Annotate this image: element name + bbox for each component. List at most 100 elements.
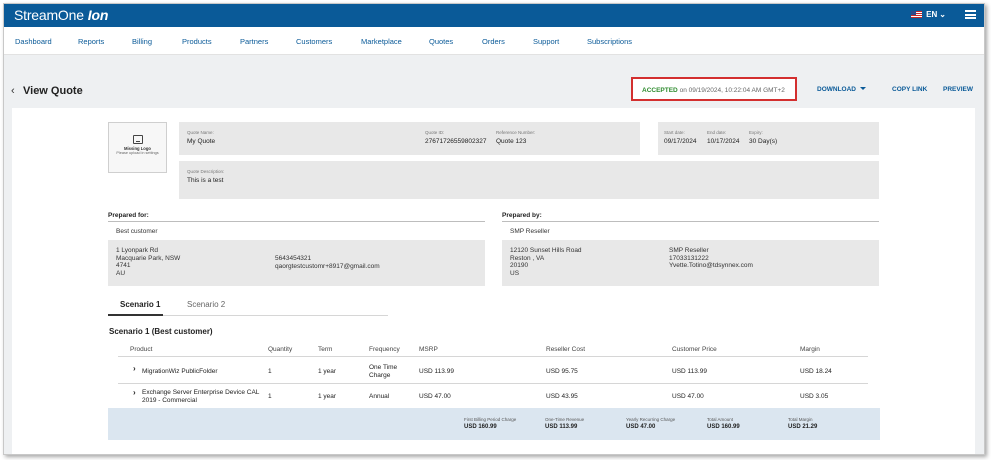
frequency-line: One Time [369,364,398,371]
nav-quotes[interactable]: Quotes [429,37,453,46]
quote-id-label: Quote ID: [425,130,445,135]
customer-price: USD 47.00 [672,393,704,400]
nav-subscriptions[interactable]: Subscriptions [587,37,632,46]
tab-scenario-2[interactable]: Scenario 2 [187,300,225,309]
start-date-label: Start date: [664,130,685,135]
customer-address-box: 1 Lyonpark Rd Macquarie Park, NSW 4741 A… [108,240,485,286]
active-tab-indicator [108,314,163,316]
quote-status: ACCEPTED on 09/19/2024, 10:22:04 AM GMT+… [631,77,797,101]
reseller-contact: SMP Reseller 17033131222 Yvette.Totino@t… [669,247,753,270]
prepared-for-heading: Prepared for: [108,212,149,219]
brand-logo[interactable]: StreamOne Ion [14,7,108,23]
contact-line: SMP Reseller [669,247,709,254]
nav-support[interactable]: Support [533,37,559,46]
status-badge: ACCEPTED [642,87,678,94]
table-row-divider [118,383,868,384]
top-bar: StreamOne Ion EN ⌄ [4,4,984,27]
nav-reports[interactable]: Reports [78,37,104,46]
missing-logo[interactable]: Missing Logo Please upload in settings [108,122,167,173]
term: 1 year [318,368,337,375]
chevron-right-icon[interactable]: › [133,364,136,373]
download-button[interactable]: DOWNLOAD [817,86,866,93]
col-header-msrp: MSRP [419,346,438,353]
col-header-reseller-cost: Reseller Cost [546,346,586,353]
nav-billing[interactable]: Billing [132,37,152,46]
reseller-name: SMP Reseller [510,228,550,235]
scenario-title: Scenario 1 (Best customer) [109,327,213,336]
nav-partners[interactable]: Partners [240,37,268,46]
product-name: Exchange Server Enterprise Device CAL 20… [142,389,259,404]
total-amount-value: USD 160.99 [707,424,740,430]
customer-phone: 5643454321 [275,255,312,262]
logo-subtitle: Please upload in settings [116,151,159,155]
quantity: 1 [268,393,272,400]
language-selector[interactable]: EN ⌄ [911,10,946,19]
reference-number: Quote 123 [496,138,527,145]
reseller-cost: USD 43.95 [546,393,578,400]
nav-dashboard[interactable]: Dashboard [15,37,52,46]
frequency: Annual [369,393,390,400]
yearly-recurring-label: Yearly Recurring Charge [626,417,676,422]
address-line: US [510,269,520,277]
copy-link-button[interactable]: COPY LINK [892,86,927,93]
nav-customers[interactable]: Customers [296,37,332,46]
col-header-margin: Margin [800,346,820,353]
nav-products[interactable]: Products [182,37,212,46]
quantity: 1 [268,368,272,375]
totals-summary: First Billing Period Charge USD 160.99 O… [108,408,880,440]
address-line: 12120 Sunset Hills Road [510,247,582,254]
frequency-line: Charge [369,371,391,379]
hamburger-menu-icon[interactable] [965,10,976,19]
address-line: Reston , VA [510,254,545,262]
total-margin-label: Total Margin [788,417,813,422]
quote-name-label: Quote Name: [187,130,214,135]
quote-description-label: Quote Description: [187,169,225,174]
address-line: AU [116,269,126,277]
nav-orders[interactable]: Orders [482,37,505,46]
product-line: 2019 - Commercial [142,396,197,404]
col-header-frequency: Frequency [369,346,400,353]
col-header-term: Term [318,346,333,353]
status-detail: on 09/19/2024, 10:22:04 AM GMT+2 [679,87,785,94]
yearly-recurring-value: USD 47.00 [626,424,656,430]
col-header-product: Product [130,346,153,353]
one-time-revenue-value: USD 113.99 [545,424,578,430]
back-arrow-icon[interactable]: ‹ [11,85,15,97]
quote-description: This is a test [187,177,224,184]
quote-description-box: Quote Description: This is a test [179,161,879,199]
main-nav: Dashboard Reports Billing Products Partn… [4,27,984,55]
first-billing-label: First Billing Period Charge [464,417,517,422]
image-placeholder-icon [132,135,143,144]
end-date-label: End date: [707,130,727,135]
quote-id-box: Quote ID: 27671726559802327 Reference Nu… [419,122,640,155]
term: 1 year [318,393,337,400]
tab-scenario-1[interactable]: Scenario 1 [120,300,160,309]
customer-name: Best customer [116,228,158,235]
reference-label: Reference Number: [496,130,536,135]
download-label: DOWNLOAD [817,86,856,93]
address-line: 1 Lyonpark Rd [116,247,159,254]
nav-marketplace[interactable]: Marketplace [361,37,402,46]
product-name: MigrationWiz PublicFolder [142,368,218,375]
chevron-right-icon[interactable]: › [133,388,136,397]
start-date: 09/17/2024 [664,138,697,145]
msrp: USD 47.00 [419,393,451,400]
col-header-customer-price: Customer Price [672,346,717,353]
quote-id: 27671726559802327 [425,138,487,145]
first-billing-value: USD 160.99 [464,424,497,430]
msrp: USD 113.99 [419,368,454,375]
reseller-address-box: 12120 Sunset Hills Road Reston , VA 2019… [502,240,879,286]
customer-price: USD 113.99 [672,368,707,375]
us-flag-icon [911,11,923,18]
quote-card: Missing Logo Please upload in settings Q… [12,108,975,454]
preview-button[interactable]: PREVIEW [943,86,973,93]
language-label: EN [926,10,938,19]
app-window: StreamOne Ion EN ⌄ Dashboard Reports Bill… [3,3,985,455]
divider [502,221,879,222]
page-title: View Quote [23,85,83,97]
table-header-divider [118,356,868,357]
quote-name: My Quote [187,138,216,145]
brand-name: StreamOne [14,7,84,23]
reseller-address: 12120 Sunset Hills Road Reston , VA 2019… [510,247,582,277]
caret-down-icon [860,87,866,90]
